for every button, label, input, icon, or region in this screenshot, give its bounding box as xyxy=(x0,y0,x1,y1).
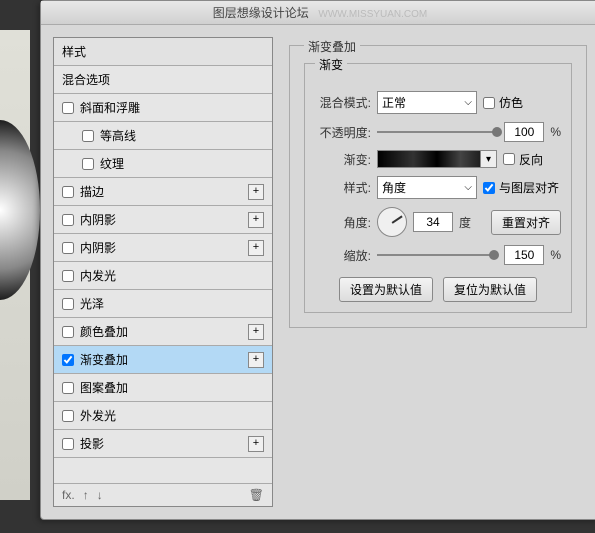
style-checkbox[interactable] xyxy=(62,102,74,114)
angle-label: 角度: xyxy=(315,214,371,231)
angle-dial[interactable] xyxy=(377,207,407,237)
style-value: 角度 xyxy=(382,179,406,196)
reverse-checkbox[interactable]: 反向 xyxy=(503,151,543,168)
style-item-label: 渐变叠加 xyxy=(80,351,128,368)
style-item-6[interactable]: 内发光 xyxy=(54,262,272,290)
layer-style-dialog: 图层想缘设计论坛 WWW.MISSYUAN.COM 样式 混合选项 斜面和浮雕等… xyxy=(40,0,595,520)
add-effect-button[interactable]: + xyxy=(248,324,264,340)
style-item-7[interactable]: 光泽 xyxy=(54,290,272,318)
add-effect-button[interactable]: + xyxy=(248,240,264,256)
add-effect-button[interactable]: + xyxy=(248,436,264,452)
style-select[interactable]: 角度 ⌵ xyxy=(377,176,477,199)
style-item-label: 外发光 xyxy=(80,407,116,424)
style-checkbox[interactable] xyxy=(62,298,74,310)
gradient-label: 渐变: xyxy=(315,151,371,168)
style-checkbox[interactable] xyxy=(62,242,74,254)
style-checkbox[interactable] xyxy=(62,214,74,226)
opacity-input[interactable]: 100 xyxy=(504,122,544,142)
style-checkbox[interactable] xyxy=(62,382,74,394)
reset-default-button[interactable]: 复位为默认值 xyxy=(443,277,537,302)
style-item-label: 斜面和浮雕 xyxy=(80,99,140,116)
gradient-dropdown-icon[interactable]: ▾ xyxy=(480,151,496,167)
styles-panel: 样式 混合选项 斜面和浮雕等高线纹理描边+内阴影+内阴影+内发光光泽颜色叠加+渐… xyxy=(53,37,273,507)
align-checkbox[interactable]: 与图层对齐 xyxy=(483,179,559,196)
angle-unit: 度 xyxy=(459,214,471,231)
scale-slider[interactable] xyxy=(377,248,498,262)
dither-checkbox[interactable]: 仿色 xyxy=(483,94,523,111)
blendmode-value: 正常 xyxy=(382,94,406,111)
style-checkbox[interactable] xyxy=(82,158,94,170)
title-text: 图层想缘设计论坛 xyxy=(213,6,309,20)
make-default-button[interactable]: 设置为默认值 xyxy=(339,277,433,302)
style-checkbox[interactable] xyxy=(62,186,74,198)
style-item-label: 颜色叠加 xyxy=(80,323,128,340)
blending-options-label: 混合选项 xyxy=(62,71,110,88)
style-item-label: 光泽 xyxy=(80,295,104,312)
style-item-label: 内发光 xyxy=(80,267,116,284)
style-item-label: 纹理 xyxy=(100,155,124,172)
style-item-label: 内阴影 xyxy=(80,239,116,256)
style-checkbox[interactable] xyxy=(62,270,74,282)
style-checkbox[interactable] xyxy=(62,410,74,422)
style-checkbox[interactable] xyxy=(62,438,74,450)
style-item-2[interactable]: 纹理 xyxy=(54,150,272,178)
reset-align-button[interactable]: 重置对齐 xyxy=(491,210,561,235)
percent-label: % xyxy=(550,125,561,139)
style-item-9[interactable]: 渐变叠加 + xyxy=(54,346,272,374)
scale-label: 缩放: xyxy=(315,247,371,264)
move-down-icon[interactable]: ↓ xyxy=(97,488,103,502)
style-item-1[interactable]: 等高线 xyxy=(54,122,272,150)
angle-input[interactable]: 34 xyxy=(413,212,453,232)
chevron-down-icon: ⌵ xyxy=(464,97,472,108)
percent-label: % xyxy=(550,248,561,262)
add-effect-button[interactable]: + xyxy=(248,184,264,200)
group-title: 渐变叠加 xyxy=(304,38,360,55)
blending-options-item[interactable]: 混合选项 xyxy=(54,66,272,94)
move-up-icon[interactable]: ↑ xyxy=(83,488,89,502)
style-item-5[interactable]: 内阴影 + xyxy=(54,234,272,262)
watermark: WWW.MISSYUAN.COM xyxy=(318,9,427,20)
style-item-0[interactable]: 斜面和浮雕 xyxy=(54,94,272,122)
blendmode-label: 混合模式: xyxy=(315,94,371,111)
style-checkbox[interactable] xyxy=(82,130,94,142)
add-effect-button[interactable]: + xyxy=(248,352,264,368)
opacity-label: 不透明度: xyxy=(315,124,371,141)
styles-footer: fx. ↑ ↓ 🗑 xyxy=(54,483,272,506)
blendmode-select[interactable]: 正常 ⌵ xyxy=(377,91,477,114)
sub-title: 渐变 xyxy=(315,56,347,73)
gradient-preview[interactable]: ▾ xyxy=(377,150,497,168)
style-checkbox[interactable] xyxy=(62,354,74,366)
style-item-8[interactable]: 颜色叠加 + xyxy=(54,318,272,346)
style-item-10[interactable]: 图案叠加 xyxy=(54,374,272,402)
scale-input[interactable]: 150 xyxy=(504,245,544,265)
style-item-label: 等高线 xyxy=(100,127,136,144)
style-item-label: 图案叠加 xyxy=(80,379,128,396)
chevron-down-icon: ⌵ xyxy=(464,182,472,193)
style-checkbox[interactable] xyxy=(62,326,74,338)
styles-header: 样式 xyxy=(54,38,272,66)
gradient-overlay-panel: 渐变叠加 渐变 混合模式: 正常 ⌵ 仿色 不透明度: xyxy=(289,37,587,507)
style-item-label: 投影 xyxy=(80,435,104,452)
fx-menu-button[interactable]: fx. xyxy=(62,488,75,502)
style-item-12[interactable]: 投影 + xyxy=(54,430,272,458)
style-item-4[interactable]: 内阴影 + xyxy=(54,206,272,234)
style-item-3[interactable]: 描边 + xyxy=(54,178,272,206)
style-item-label: 描边 xyxy=(80,183,104,200)
style-item-11[interactable]: 外发光 xyxy=(54,402,272,430)
opacity-slider[interactable] xyxy=(377,125,498,139)
titlebar: 图层想缘设计论坛 WWW.MISSYUAN.COM xyxy=(41,1,595,25)
add-effect-button[interactable]: + xyxy=(248,212,264,228)
style-item-label: 内阴影 xyxy=(80,211,116,228)
style-label: 样式: xyxy=(315,179,371,196)
trash-icon[interactable]: 🗑 xyxy=(249,488,264,502)
